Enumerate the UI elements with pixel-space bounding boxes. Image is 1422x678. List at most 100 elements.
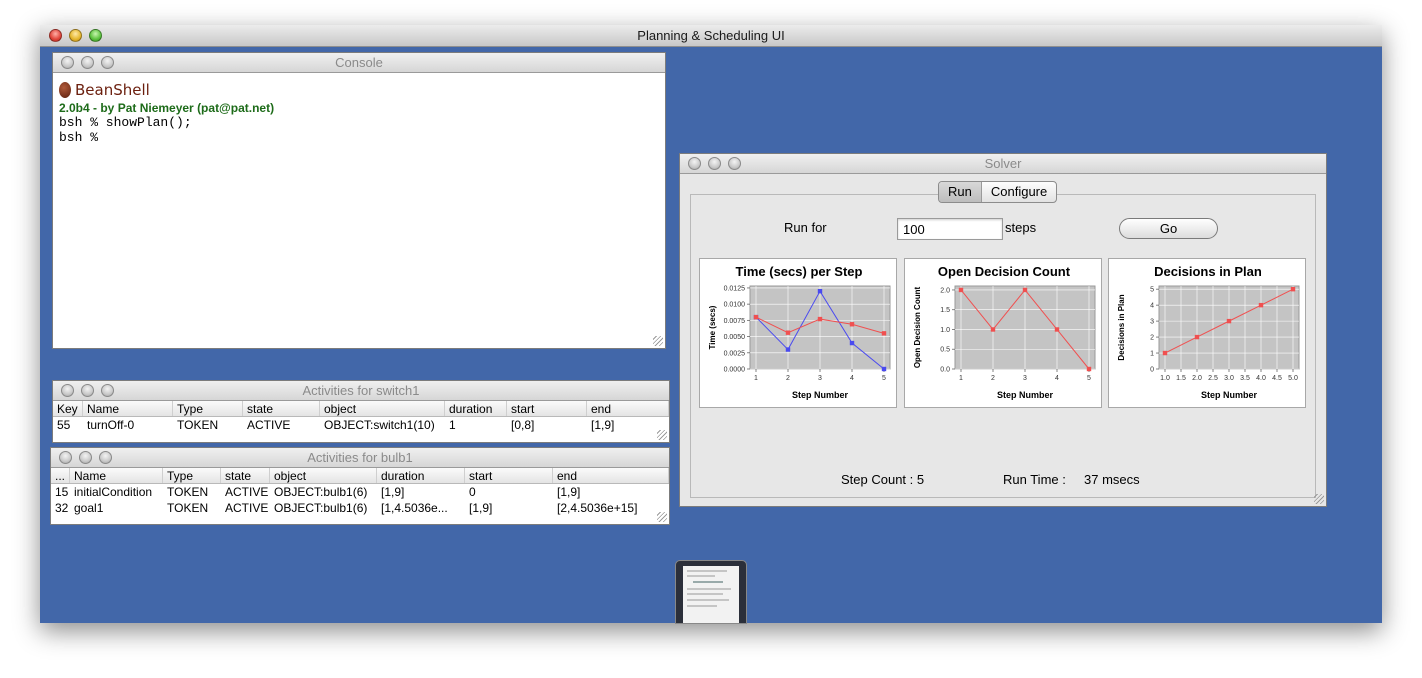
x-tick-label: 3.5 — [1240, 375, 1250, 382]
column-header[interactable]: Type — [173, 401, 243, 416]
thumbnail-preview — [683, 566, 739, 623]
switch1-titlebar[interactable]: Activities for switch1 — [53, 381, 669, 401]
column-header[interactable]: Name — [70, 468, 163, 483]
y-tick-label: 0.0 — [940, 367, 950, 374]
console-close-button[interactable] — [61, 56, 74, 69]
table-cell: TOKEN — [177, 418, 219, 432]
data-point — [1022, 287, 1028, 293]
column-header[interactable]: Name — [83, 401, 173, 416]
data-point — [849, 322, 855, 327]
solver-minimize-button[interactable] — [708, 157, 721, 170]
x-tick-label: 3 — [1023, 375, 1027, 382]
bulb1-resize-grip[interactable] — [657, 512, 667, 522]
data-point — [785, 330, 791, 335]
column-header[interactable]: end — [587, 401, 669, 416]
minimize-button[interactable] — [69, 29, 82, 42]
column-header[interactable]: duration — [377, 468, 465, 483]
switch1-table: Key Name Type state object duration star… — [53, 401, 669, 433]
console-maximize-button[interactable] — [101, 56, 114, 69]
column-header[interactable]: object — [270, 468, 377, 483]
console-titlebar[interactable]: Console — [53, 53, 665, 73]
data-point — [1194, 334, 1200, 340]
switch1-maximize-button[interactable] — [101, 384, 114, 397]
table-cell: [1,9] — [469, 501, 493, 515]
window-title: Planning & Scheduling UI — [637, 28, 785, 43]
time-per-step-plot: Time (secs) per Step 0.0000 0.0025 0.0050 0.… — [708, 264, 891, 400]
main-titlebar[interactable]: Planning & Scheduling UI — [40, 25, 1382, 47]
column-header[interactable]: start — [465, 468, 553, 483]
switch1-resize-grip[interactable] — [657, 430, 667, 440]
bulb1-activities-window: Activities for bulb1 ... Name Type state… — [50, 447, 670, 525]
column-header[interactable]: ... — [51, 468, 70, 483]
switch1-title: Activities for switch1 — [302, 383, 420, 398]
zoom-button[interactable] — [89, 29, 102, 42]
table-cell: [0,8] — [511, 418, 535, 432]
open-decision-count-chart: Open Decision Count 0.0 0.5 1.0 1.5 2.0 1 2 3 4 5 S… — [904, 258, 1102, 408]
column-header[interactable]: state — [243, 401, 320, 416]
bulb1-titlebar[interactable]: Activities for bulb1 — [51, 448, 669, 468]
table-header: Key Name Type state object duration star… — [53, 401, 669, 417]
steps-input[interactable] — [897, 218, 1003, 240]
table-cell: [1,9] — [381, 485, 405, 499]
y-tick-label: 2.0 — [940, 287, 950, 294]
open-decision-count-plot: Open Decision Count 0.0 0.5 1.0 1.5 2.0 1 2 3 4 5 S… — [913, 264, 1096, 400]
column-header[interactable]: Key — [53, 401, 83, 416]
table-row[interactable]: 55 turnOff-0 TOKEN ACTIVE OBJECT:switch1… — [53, 417, 669, 433]
bulb1-title: Activities for bulb1 — [307, 450, 413, 465]
chart-title: Decisions in Plan — [1154, 264, 1262, 279]
column-header[interactable]: duration — [445, 401, 507, 416]
switch1-close-button[interactable] — [61, 384, 74, 397]
table-cell: OBJECT:switch1(10) — [324, 418, 435, 432]
y-tick-label: 0.0025 — [724, 350, 746, 357]
y-axis-label: Time (secs) — [708, 305, 717, 349]
run-time-label: Run Time : — [1003, 472, 1066, 487]
column-header[interactable]: end — [553, 468, 669, 483]
y-axis-label: Open Decision Count — [913, 287, 922, 369]
minimized-window-thumbnail[interactable] — [675, 560, 747, 624]
run-time-value: 37 msecs — [1084, 472, 1140, 487]
tab-run[interactable]: Run — [939, 182, 982, 202]
switch1-minimize-button[interactable] — [81, 384, 94, 397]
x-axis-label: Step Number — [997, 390, 1054, 400]
solver-maximize-button[interactable] — [728, 157, 741, 170]
go-button[interactable]: Go — [1119, 218, 1218, 239]
close-button[interactable] — [49, 29, 62, 42]
solver-window: Solver Run for steps Go Time (secs) per … — [679, 153, 1327, 507]
bulb1-close-button[interactable] — [59, 451, 72, 464]
column-header[interactable]: state — [221, 468, 270, 483]
table-row[interactable]: 15 initialCondition TOKEN ACTIVE OBJECT:… — [51, 484, 669, 500]
beanshell-brand: BeanShell — [75, 81, 150, 99]
column-header[interactable]: Type — [163, 468, 221, 483]
console-resize-grip[interactable] — [653, 336, 663, 346]
solver-titlebar[interactable]: Solver — [680, 154, 1326, 174]
table-row[interactable]: 32 goal1 TOKEN ACTIVE OBJECT:bulb1(6) [1… — [51, 500, 669, 516]
x-tick-label: 2 — [991, 375, 995, 382]
y-tick-label: 1 — [1150, 351, 1154, 358]
data-point — [1054, 327, 1060, 332]
table-cell: 1 — [449, 418, 456, 432]
table-cell: OBJECT:bulb1(6) — [274, 501, 368, 515]
solver-resize-grip[interactable] — [1314, 494, 1324, 504]
solver-close-button[interactable] — [688, 157, 701, 170]
data-point — [1258, 302, 1264, 308]
y-tick-label: 0.0075 — [724, 318, 746, 325]
table-cell: OBJECT:bulb1(6) — [274, 485, 368, 499]
x-tick-label: 4 — [850, 375, 854, 382]
x-tick-label: 5 — [882, 375, 886, 382]
table-cell: goal1 — [74, 501, 104, 515]
tab-configure[interactable]: Configure — [982, 182, 1056, 202]
run-tab-panel: Run for steps Go Time (secs) per Step 0.0… — [690, 194, 1316, 498]
decisions-in-plan-plot: Decisions in Plan 0 1 2 3 4 5 1.0 1.5 2.0 2.5 3.0 3.… — [1117, 264, 1300, 400]
x-tick-label: 4 — [1055, 375, 1059, 382]
console-minimize-button[interactable] — [81, 56, 94, 69]
x-tick-label: 4.5 — [1272, 375, 1282, 382]
table-cell: [2,4.5036e+15] — [557, 501, 638, 515]
solver-tabs: Run Configure — [938, 181, 1058, 203]
bulb1-maximize-button[interactable] — [99, 451, 112, 464]
console-window: Console BeanShell 2.0b4 - by Pat Niemeye… — [52, 52, 666, 349]
bulb1-minimize-button[interactable] — [79, 451, 92, 464]
column-header[interactable]: object — [320, 401, 445, 416]
console-text-area[interactable]: BeanShell 2.0b4 - by Pat Niemeyer (pat@p… — [53, 73, 665, 348]
column-header[interactable]: start — [507, 401, 587, 416]
table-cell: turnOff-0 — [87, 418, 135, 432]
